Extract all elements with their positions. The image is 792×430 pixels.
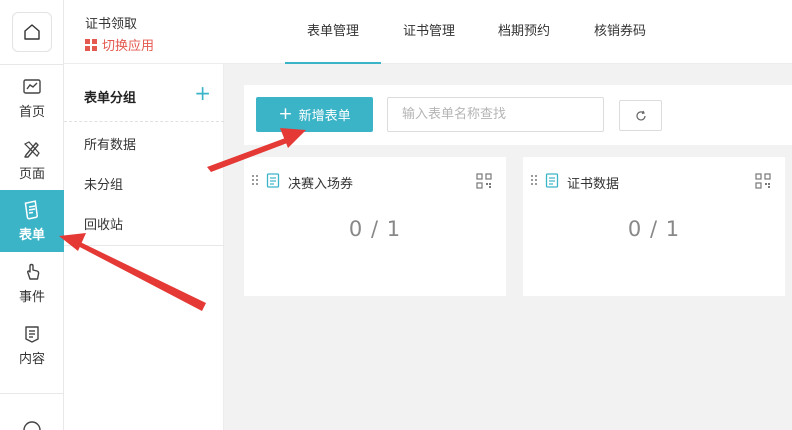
- form-card-name: 证书数据: [567, 177, 620, 192]
- group-item-ungrouped[interactable]: 未分组: [84, 174, 123, 193]
- group-item-recycle-bin[interactable]: 回收站: [84, 214, 123, 233]
- rail-divider: [0, 64, 64, 65]
- home-button[interactable]: [12, 12, 52, 52]
- groups-title: 表单分组: [84, 91, 137, 106]
- qr-code-icon[interactable]: [476, 173, 492, 189]
- switch-app-link[interactable]: 切换应用: [85, 35, 154, 54]
- qr-code-icon[interactable]: [755, 173, 771, 189]
- app-title: 证书领取: [85, 17, 138, 32]
- refresh-icon: [635, 110, 646, 120]
- drag-handle-icon[interactable]: [531, 175, 537, 185]
- form-toolbar: + 新增表单: [244, 85, 792, 145]
- switch-app-label: 切换应用: [102, 39, 155, 54]
- form-card-count: 0 / 1: [348, 217, 402, 241]
- top-header: 证书领取 切换应用 表单管理 证书管理 档期预约 核销券码: [64, 0, 792, 64]
- sidebar-item-label: 页面: [18, 166, 45, 182]
- sidebar-item-event[interactable]: 事件: [0, 252, 64, 314]
- sidebar-item-label: 事件: [18, 289, 45, 305]
- document-icon: [545, 173, 559, 188]
- sidebar-item-page[interactable]: 页面: [0, 129, 64, 191]
- sidebar-item-label: 表单: [18, 227, 45, 243]
- groups-divider: [64, 245, 224, 246]
- pen-ruler-icon: [23, 140, 40, 158]
- group-item-all[interactable]: 所有数据: [84, 134, 136, 153]
- tab-certificate-management[interactable]: 证书管理: [384, 0, 474, 64]
- document-icon: [266, 173, 280, 188]
- refresh-button[interactable]: [619, 100, 662, 131]
- form-card[interactable]: 证书数据 0 / 1: [523, 157, 785, 296]
- grid-icon: [85, 38, 97, 51]
- tab-schedule-booking[interactable]: 档期预约: [479, 0, 569, 64]
- content-icon: [25, 325, 39, 343]
- left-rail: 首页 页面 表单 事件 内容: [0, 0, 64, 430]
- drag-handle-icon[interactable]: [252, 175, 258, 185]
- sidebar-item-home[interactable]: 首页: [0, 67, 64, 129]
- sidebar-item-label: 内容: [18, 351, 45, 367]
- home-icon: [24, 24, 40, 40]
- form-card-count: 0 / 1: [627, 217, 681, 241]
- new-form-label: 新增表单: [298, 109, 351, 124]
- sidebar-item-label: 首页: [18, 104, 45, 120]
- help-icon[interactable]: [22, 420, 42, 430]
- tab-verify-coupon[interactable]: 核销券码: [575, 0, 665, 64]
- form-card-name: 决赛入场券: [288, 177, 354, 192]
- new-form-button[interactable]: + 新增表单: [256, 97, 373, 132]
- form-icon: [24, 199, 38, 219]
- sidebar-item-content[interactable]: 内容: [0, 314, 64, 376]
- groups-divider: [64, 121, 224, 122]
- form-groups-panel: 表单分组 + 所有数据 未分组 回收站: [64, 64, 224, 430]
- pointer-icon: [26, 263, 40, 280]
- form-card[interactable]: 决赛入场券 0 / 1: [244, 157, 506, 296]
- rail-divider: [0, 393, 64, 394]
- tab-form-management[interactable]: 表单管理: [285, 0, 381, 64]
- form-search-input[interactable]: [387, 97, 604, 132]
- sidebar-item-form[interactable]: 表单: [0, 190, 64, 252]
- chart-icon: [23, 78, 41, 94]
- plus-icon: +: [278, 104, 293, 124]
- add-group-button[interactable]: +: [194, 82, 211, 104]
